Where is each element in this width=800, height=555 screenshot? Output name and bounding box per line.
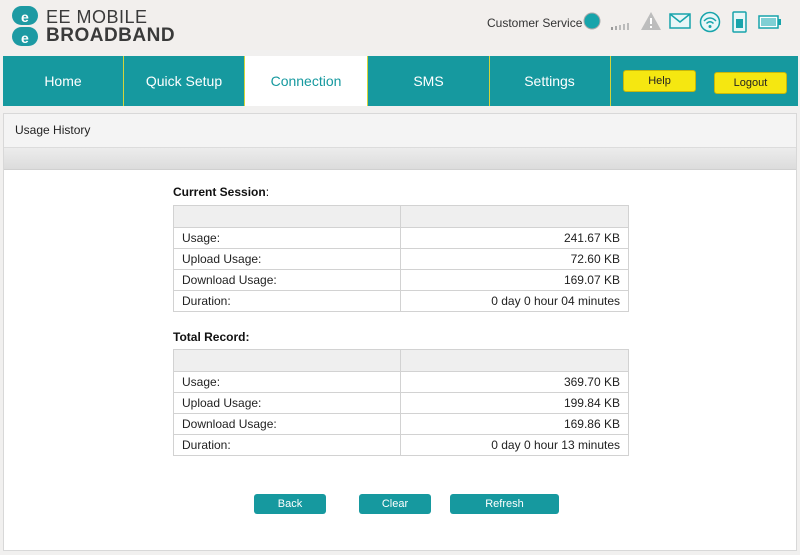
row-value: 72.60 KB (400, 248, 629, 270)
warning-icon (641, 12, 661, 30)
tab-home[interactable]: Home (3, 56, 124, 106)
row-label: Duration: (173, 434, 401, 456)
tab-quick-setup[interactable]: Quick Setup (124, 56, 245, 106)
brand-line-2: BROADBAND (46, 25, 176, 46)
tab-sms[interactable]: SMS (367, 56, 490, 106)
logo-letter: e (21, 30, 29, 46)
signal-icon (611, 23, 629, 30)
row-label: Upload Usage: (173, 248, 401, 270)
row-value: 0 day 0 hour 13 minutes (400, 434, 629, 456)
tab-connection[interactable]: Connection (245, 56, 367, 106)
usage-history-panel: Usage History Current Session: Usage: 241… (3, 113, 797, 551)
help-button[interactable]: Help (623, 70, 696, 92)
back-button[interactable]: Back (254, 494, 326, 514)
refresh-button[interactable]: Refresh (450, 494, 559, 514)
row-label: Upload Usage: (173, 392, 401, 414)
table-row: Upload Usage: 199.84 KB (173, 392, 629, 414)
table-header-row (173, 349, 629, 372)
table-row: Download Usage: 169.07 KB (173, 269, 629, 291)
total-record-heading: Total Record: (173, 330, 250, 344)
logout-button[interactable]: Logout (714, 72, 787, 94)
logo-letter: e (21, 9, 29, 25)
status-dot-icon (583, 12, 601, 30)
row-label: Duration: (173, 290, 401, 312)
tab-settings[interactable]: Settings (489, 56, 611, 106)
mail-icon[interactable] (669, 13, 691, 29)
row-value: 241.67 KB (400, 227, 629, 249)
panel-band (4, 148, 796, 170)
panel-title: Usage History (4, 114, 796, 148)
row-label: Download Usage: (173, 413, 401, 435)
wifi-icon (699, 11, 721, 33)
battery-icon (758, 15, 781, 29)
table-header-row (173, 205, 629, 228)
table-row: Usage: 369.70 KB (173, 371, 629, 393)
table-row: Download Usage: 169.86 KB (173, 413, 629, 435)
table-row: Upload Usage: 72.60 KB (173, 248, 629, 270)
row-value: 0 day 0 hour 04 minutes (400, 290, 629, 312)
customer-service-link[interactable]: Customer Service (487, 16, 582, 30)
row-label: Usage: (173, 371, 401, 393)
current-session-heading: Current Session: (173, 185, 269, 199)
row-value: 169.86 KB (400, 413, 629, 435)
sim-icon (732, 11, 747, 33)
current-session-table: Usage: 241.67 KB Upload Usage: 72.60 KB Do… (173, 205, 629, 312)
table-row: Duration: 0 day 0 hour 04 minutes (173, 290, 629, 312)
row-label: Download Usage: (173, 269, 401, 291)
table-row: Duration: 0 day 0 hour 13 minutes (173, 434, 629, 456)
ee-logo-mark: e e (12, 6, 38, 46)
clear-button[interactable]: Clear (359, 494, 431, 514)
row-value: 369.70 KB (400, 371, 629, 393)
row-value: 199.84 KB (400, 392, 629, 414)
main-nav: Home Quick Setup Connection SMS Settings… (3, 56, 798, 106)
row-value: 169.07 KB (400, 269, 629, 291)
current-session-heading-text: Current Session (173, 185, 266, 199)
ee-logo: e e EE MOBILE BROADBAND (12, 6, 212, 46)
table-row: Usage: 241.67 KB (173, 227, 629, 249)
header: e e EE MOBILE BROADBAND Customer Service (0, 0, 800, 50)
total-record-table: Usage: 369.70 KB Upload Usage: 199.84 KB D… (173, 349, 629, 456)
heading-colon: : (265, 185, 270, 199)
row-label: Usage: (173, 227, 401, 249)
